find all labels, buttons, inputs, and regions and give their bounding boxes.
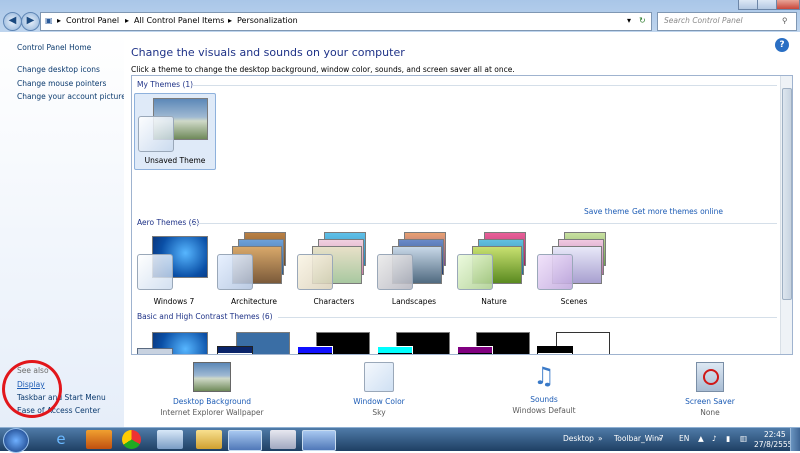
taskbar: e Desktop » Toolbar_Win7 » EN ▲ ♪ ▮ ▥ 22…: [0, 427, 800, 453]
breadcrumb-separator-icon: ▸: [125, 16, 130, 25]
desktop-background-value: Internet Explorer Wallpaper: [160, 408, 264, 417]
page-subtitle: Click a theme to change the desktop back…: [131, 65, 515, 74]
window-color-icon: [364, 362, 394, 392]
theme-label: Unsaved Theme: [144, 156, 206, 165]
chrome-icon[interactable]: [122, 430, 141, 449]
control-panel-taskbar-icon[interactable]: [302, 430, 336, 451]
folder-icon[interactable]: [196, 430, 222, 449]
theme-label: Scenes: [560, 297, 588, 306]
desktop-toolbar[interactable]: Desktop: [563, 434, 594, 443]
theme-label: Landscapes: [391, 297, 437, 306]
volume-icon[interactable]: ♪: [712, 434, 717, 443]
theme-scenes[interactable]: Scenes: [534, 232, 614, 312]
control-panel-home-link[interactable]: Control Panel Home: [17, 43, 91, 52]
tray-expand-icon[interactable]: ▲: [698, 434, 704, 443]
show-desktop-button[interactable]: [790, 428, 800, 451]
personalization-taskbar-icon[interactable]: [228, 430, 262, 451]
screen-saver-item[interactable]: Screen Saver None: [650, 362, 770, 417]
theme-label: Windows 7: [153, 297, 195, 306]
screen-saver-value: None: [700, 408, 720, 417]
address-bar[interactable]: ▣ ▸ Control Panel ▸ All Control Panel It…: [40, 12, 652, 31]
start-button[interactable]: [3, 428, 29, 453]
change-desktop-icons-link[interactable]: Change desktop icons: [17, 65, 100, 74]
breadcrumb-all-items[interactable]: All Control Panel Items: [134, 16, 224, 25]
network-icon[interactable]: ▥: [740, 434, 747, 443]
control-panel-icon: ▣: [45, 16, 53, 25]
document-icon[interactable]: [270, 430, 296, 449]
theme-windows-7[interactable]: Windows 7: [134, 232, 214, 312]
scrollbar-thumb[interactable]: [782, 88, 792, 300]
breadcrumb-separator-icon: ▸: [228, 16, 233, 25]
close-button[interactable]: [776, 0, 800, 10]
desktop-background-item[interactable]: Desktop Background Internet Explorer Wal…: [152, 362, 272, 417]
theme-unsaved[interactable]: Unsaved Theme: [134, 93, 216, 170]
media-player-icon[interactable]: [86, 430, 112, 449]
change-mouse-pointers-link[interactable]: Change mouse pointers: [17, 79, 106, 88]
minimize-button[interactable]: [738, 0, 758, 10]
themes-list: My Themes (1) Unsaved Theme Save theme G…: [131, 75, 793, 355]
sounds-label[interactable]: Sounds: [484, 395, 604, 404]
window-color-item[interactable]: Window Color Sky: [319, 362, 439, 417]
theme-high-contrast-black[interactable]: [454, 332, 534, 354]
music-note-icon: ♫: [533, 362, 555, 390]
back-button[interactable]: ◀: [3, 12, 22, 31]
theme-landscapes[interactable]: Landscapes: [374, 232, 454, 312]
change-account-picture-link[interactable]: Change your account picture: [17, 92, 126, 101]
save-theme-link[interactable]: Save theme: [584, 207, 629, 216]
navigation-bar: ◀ ▶ ▣ ▸ Control Panel ▸ All Control Pane…: [0, 10, 800, 32]
window-color-value: Sky: [372, 408, 386, 417]
theme-windows-basic[interactable]: [134, 332, 214, 354]
battery-icon[interactable]: ▮: [726, 434, 730, 443]
sounds-value: Windows Default: [512, 406, 576, 415]
theme-nature[interactable]: Nature: [454, 232, 534, 312]
theme-characters[interactable]: Characters: [294, 232, 374, 312]
theme-label: Nature: [481, 297, 507, 306]
toolbar-chevron-icon[interactable]: »: [598, 434, 603, 443]
breadcrumb-control-panel[interactable]: Control Panel: [66, 16, 119, 25]
screen-saver-label[interactable]: Screen Saver: [650, 397, 770, 406]
search-box[interactable]: Search Control Panel ⚲: [657, 12, 797, 31]
theme-windows-classic[interactable]: [214, 332, 294, 354]
desktop-background-label[interactable]: Desktop Background: [152, 397, 272, 406]
sounds-item[interactable]: ♫ Sounds Windows Default: [484, 362, 604, 415]
section-divider: [278, 317, 777, 318]
left-panel: Control Panel Home Change desktop icons …: [0, 32, 126, 427]
window-color-preview: [138, 116, 174, 152]
window-controls: [738, 0, 800, 10]
refresh-icon[interactable]: ↻: [639, 16, 646, 25]
my-themes-heading: My Themes (1): [137, 80, 194, 89]
language-indicator[interactable]: EN: [679, 434, 689, 443]
app-icon[interactable]: [157, 430, 183, 449]
theme-high-contrast-white[interactable]: [534, 332, 614, 354]
internet-explorer-icon[interactable]: e: [48, 430, 74, 449]
dropdown-arrow-icon[interactable]: ▾: [627, 16, 631, 25]
clock-time[interactable]: 22:45: [764, 430, 786, 439]
theme-high-contrast-1[interactable]: [294, 332, 374, 354]
breadcrumb-separator-icon: ▸: [57, 16, 62, 25]
theme-label: Characters: [313, 297, 355, 306]
section-divider: [192, 85, 777, 86]
theme-label: Architecture: [231, 297, 277, 306]
window-color-label[interactable]: Window Color: [319, 397, 439, 406]
desktop-background-icon: [193, 362, 231, 392]
maximize-button[interactable]: [757, 0, 777, 10]
main-content: ? Change the visuals and sounds on your …: [124, 32, 800, 427]
forward-button[interactable]: ▶: [21, 12, 40, 31]
toolbar-chevron-icon[interactable]: »: [657, 434, 662, 443]
theme-architecture[interactable]: Architecture: [214, 232, 294, 312]
search-icon[interactable]: ⚲: [782, 16, 788, 25]
help-icon[interactable]: ?: [775, 38, 789, 52]
scrollbar[interactable]: [780, 76, 792, 354]
clock-date[interactable]: 27/8/2555: [754, 440, 792, 449]
theme-high-contrast-2[interactable]: [374, 332, 454, 354]
screen-saver-icon: [696, 362, 724, 392]
search-input[interactable]: Search Control Panel: [664, 16, 743, 25]
basic-themes-heading: Basic and High Contrast Themes (6): [137, 312, 273, 321]
get-more-themes-link[interactable]: Get more themes online: [632, 207, 723, 216]
breadcrumb-personalization[interactable]: Personalization: [237, 16, 298, 25]
annotation-circle: [2, 360, 62, 418]
section-divider: [190, 223, 777, 224]
page-title: Change the visuals and sounds on your co…: [131, 46, 405, 59]
